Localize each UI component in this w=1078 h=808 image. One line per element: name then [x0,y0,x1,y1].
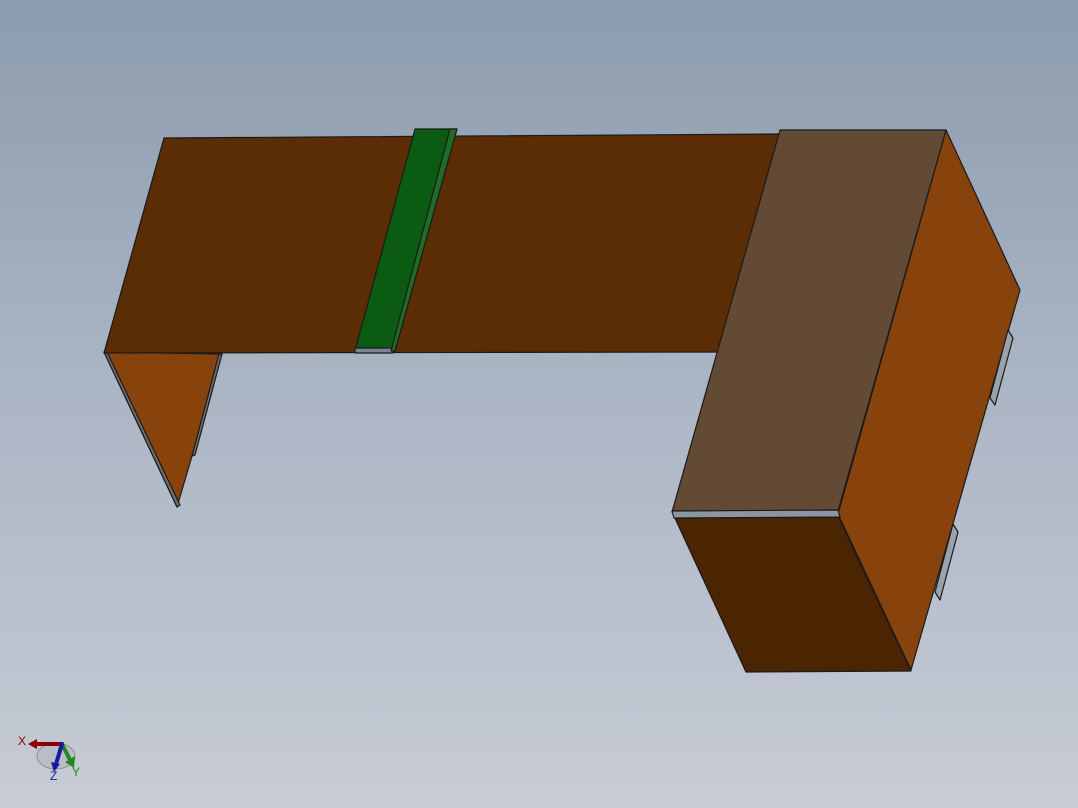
coordinate-triad: X Y Z [18,734,80,783]
model-view[interactable]: X Y Z [0,0,1078,808]
left-end-panel[interactable] [103,351,223,508]
triad-y-label: Y [72,765,80,779]
graphics-viewport[interactable]: X Y Z [0,0,1078,808]
triad-x-arrow-icon [28,739,37,749]
green-strip-edge [354,347,396,354]
desk-model[interactable] [103,128,1021,673]
cabinet-top-edge [671,509,841,519]
triad-z-label: Z [50,769,57,783]
triad-x-label: X [18,734,26,748]
